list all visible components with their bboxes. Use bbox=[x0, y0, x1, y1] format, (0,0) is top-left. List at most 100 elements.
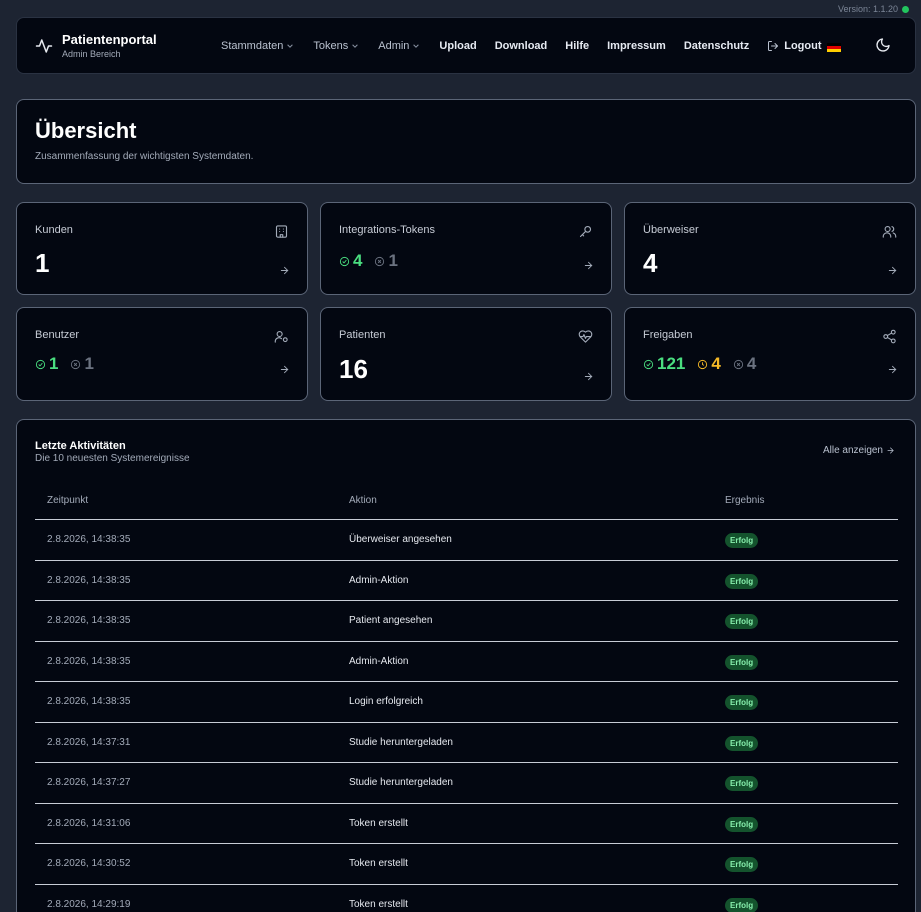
nav-tokens[interactable]: Tokens bbox=[313, 40, 359, 52]
row-time: 2.8.2026, 14:38:35 bbox=[47, 534, 131, 545]
card-kunden-title: Kunden bbox=[35, 224, 73, 236]
card-patienten[interactable]: Patienten 16 bbox=[320, 307, 612, 401]
status-dot bbox=[902, 5, 909, 13]
status-badge: Erfolg bbox=[725, 573, 759, 589]
users-inactive-count: 1 bbox=[84, 354, 94, 373]
x-circle-icon bbox=[71, 359, 81, 369]
user-cog-icon bbox=[274, 330, 288, 343]
arrow-right-icon bbox=[888, 365, 897, 374]
nav-impressum[interactable]: Impressum bbox=[607, 40, 666, 52]
table-header: Zeitpunkt Aktion Ergebnis bbox=[35, 482, 898, 520]
nav-upload-label: Upload bbox=[439, 39, 477, 52]
table-row[interactable]: 2.8.2026, 14:31:06 Token erstellt Erfolg bbox=[35, 804, 898, 844]
moon-icon[interactable] bbox=[875, 37, 891, 53]
row-time: 2.8.2026, 14:37:31 bbox=[47, 736, 131, 748]
status-badge: Erfolg bbox=[725, 735, 759, 751]
card-benutzer[interactable]: Benutzer 1 1 bbox=[16, 307, 308, 401]
card-tokens[interactable]: Integrations-Tokens 4 1 bbox=[320, 202, 612, 295]
card-freigaben[interactable]: Freigaben 121 4 4 bbox=[624, 307, 916, 401]
heart-pulse-icon bbox=[578, 330, 593, 343]
activity-title: Letzte Aktivitäten bbox=[35, 440, 126, 452]
card-kunden[interactable]: Kunden 1 bbox=[16, 202, 308, 295]
shares-pending-count: 4 bbox=[711, 354, 721, 373]
status-badge: Erfolg bbox=[725, 614, 759, 629]
logout-icon bbox=[768, 40, 779, 51]
table-row[interactable]: 2.8.2026, 14:38:35 Admin-Aktion Erfolg bbox=[35, 642, 898, 682]
logout-button[interactable]: Logout bbox=[767, 40, 821, 52]
page-title: Übersicht bbox=[35, 118, 137, 143]
row-time: 2.8.2026, 14:38:35 bbox=[47, 655, 131, 667]
activity-subtitle: Die 10 neuesten Systemereignisse bbox=[35, 453, 190, 464]
nav-admin-label: Admin bbox=[378, 39, 410, 52]
nav-menu: Stammdaten Tokens Admin Upload Download … bbox=[221, 18, 821, 73]
users-icon bbox=[882, 225, 897, 238]
status-badge: Erfolg bbox=[725, 533, 759, 548]
card-freigaben-stats: 121 4 4 bbox=[643, 354, 768, 374]
row-time: 2.8.2026, 14:31:06 bbox=[47, 817, 131, 829]
key-icon bbox=[579, 225, 592, 238]
stat-active: 4 bbox=[339, 251, 362, 271]
row-action: Patient angesehen bbox=[349, 615, 433, 626]
row-action: Token erstellt bbox=[349, 817, 408, 829]
shares-inactive-count: 4 bbox=[746, 354, 757, 373]
table-row[interactable]: 2.8.2026, 14:38:35 Überweiser angesehen Er… bbox=[35, 520, 898, 561]
table-row[interactable]: 2.8.2026, 14:38:35 Login erfolgreich Erfol… bbox=[35, 682, 898, 723]
tokens-active-count: 4 bbox=[353, 251, 363, 270]
brand[interactable]: Patientenportal Admin Bereich bbox=[35, 32, 157, 59]
chevron-down-icon bbox=[287, 43, 294, 48]
german-flag-icon[interactable] bbox=[827, 43, 841, 52]
nav-stammdaten[interactable]: Stammdaten bbox=[221, 40, 294, 52]
stat-inactive: 1 bbox=[374, 251, 398, 271]
arrow-right-icon bbox=[887, 447, 894, 454]
card-ueberweiser-title: Überweiser bbox=[643, 224, 699, 236]
card-patienten-value: 16 bbox=[339, 354, 368, 384]
table-row[interactable]: 2.8.2026, 14:29:19 Token erstellt Erfolg bbox=[35, 885, 898, 912]
nav-upload[interactable]: Upload bbox=[439, 40, 476, 52]
row-time: 2.8.2026, 14:37:27 bbox=[47, 777, 131, 788]
card-ueberweiser[interactable]: Überweiser 4 bbox=[624, 202, 916, 295]
table-row[interactable]: 2.8.2026, 14:30:52 Token erstellt Erfolg bbox=[35, 844, 898, 885]
recent-activity-panel: Letzte Aktivitäten Die 10 neuesten Syste… bbox=[16, 419, 916, 912]
card-ueberweiser-value: 4 bbox=[643, 248, 658, 278]
nav-admin[interactable]: Admin bbox=[378, 40, 420, 52]
chevron-down-icon bbox=[413, 43, 420, 48]
row-time: 2.8.2026, 14:38:35 bbox=[47, 696, 131, 707]
card-freigaben-title: Freigaben bbox=[643, 329, 693, 341]
row-action: Überweiser angesehen bbox=[349, 534, 452, 545]
show-all-label: Alle anzeigen bbox=[822, 445, 883, 456]
nav-download[interactable]: Download bbox=[495, 40, 548, 52]
column-header-result: Ergebnis bbox=[725, 495, 765, 506]
check-circle-icon bbox=[339, 256, 350, 266]
arrow-right-icon bbox=[280, 266, 289, 275]
arrow-right-icon bbox=[280, 365, 289, 374]
table-row[interactable]: 2.8.2026, 14:38:35 Admin-Aktion Erfolg bbox=[35, 561, 898, 601]
table-row[interactable]: 2.8.2026, 14:37:27 Studie heruntergeladen… bbox=[35, 763, 898, 804]
chevron-down-icon bbox=[352, 43, 359, 48]
share-icon bbox=[883, 329, 896, 344]
overview-header: Übersicht Zusammenfassung der wichtigste… bbox=[16, 99, 916, 184]
card-patienten-title: Patienten bbox=[339, 329, 386, 341]
show-all-link[interactable]: Alle anzeigen bbox=[823, 445, 895, 456]
card-tokens-stats: 4 1 bbox=[339, 251, 410, 271]
column-header-action: Aktion bbox=[349, 495, 377, 506]
nav-datenschutz[interactable]: Datenschutz bbox=[684, 40, 749, 52]
card-kunden-value: 1 bbox=[35, 248, 50, 278]
version-label: Version: 1.1.20 bbox=[838, 4, 909, 14]
row-time: 2.8.2026, 14:38:35 bbox=[47, 574, 131, 586]
table-row[interactable]: 2.8.2026, 14:38:35 Patient angesehen Erfol… bbox=[35, 601, 898, 642]
nav-impressum-label: Impressum bbox=[607, 39, 666, 52]
nav-hilfe[interactable]: Hilfe bbox=[565, 40, 589, 52]
row-time: 2.8.2026, 14:38:35 bbox=[47, 615, 131, 626]
arrow-right-icon bbox=[584, 261, 593, 270]
row-time: 2.8.2026, 14:30:52 bbox=[47, 858, 131, 869]
nav-tokens-label: Tokens bbox=[313, 39, 349, 52]
row-action: Studie heruntergeladen bbox=[349, 736, 453, 748]
clock-icon bbox=[698, 359, 708, 369]
status-badge: Erfolg bbox=[725, 654, 759, 670]
card-benutzer-stats: 1 1 bbox=[35, 354, 106, 374]
version-text: Version: 1.1.20 bbox=[837, 4, 898, 14]
table-row[interactable]: 2.8.2026, 14:37:31 Studie heruntergeladen… bbox=[35, 723, 898, 763]
arrow-right-icon bbox=[584, 372, 593, 381]
card-tokens-title: Integrations-Tokens bbox=[339, 224, 435, 236]
status-badge: Erfolg bbox=[725, 776, 759, 791]
